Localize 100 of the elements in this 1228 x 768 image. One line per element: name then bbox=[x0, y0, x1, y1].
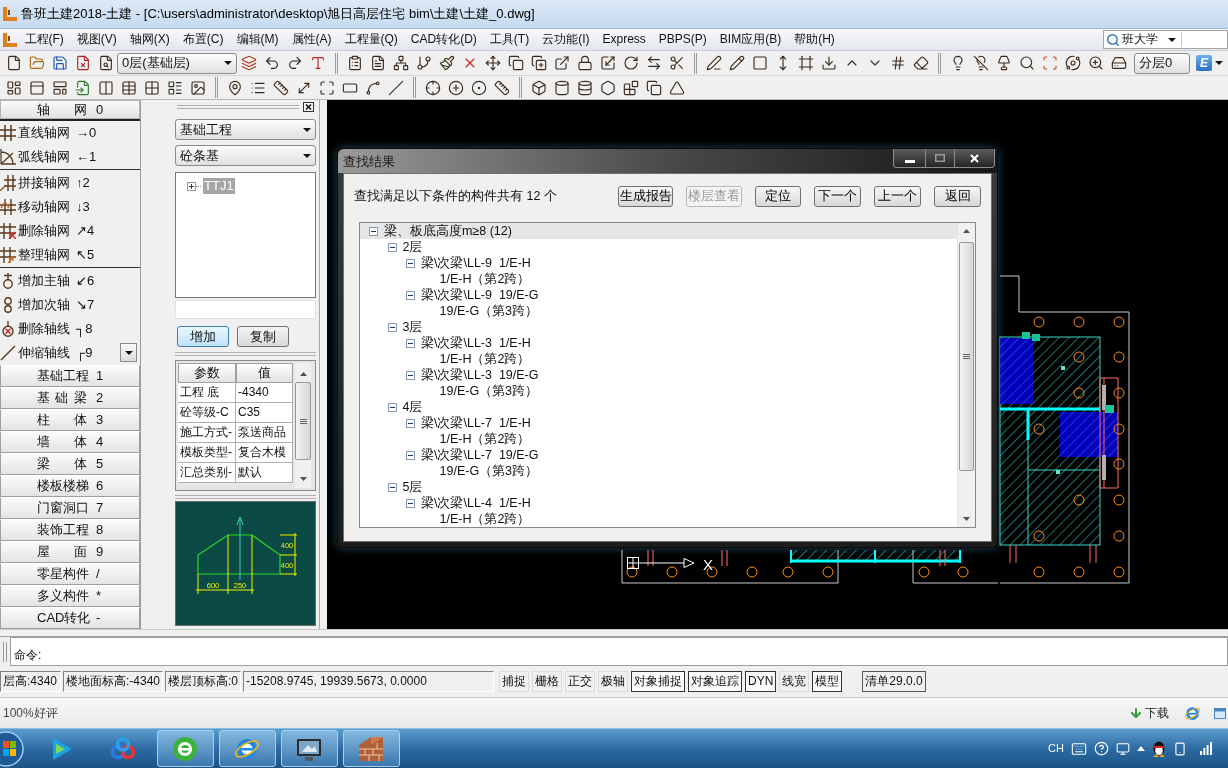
tree-item[interactable]: 梁\次梁\LL-3 1/E-H bbox=[397, 335, 957, 351]
cylinder-icon[interactable] bbox=[553, 79, 570, 96]
scroll-down-button[interactable] bbox=[120, 343, 137, 362]
dashboard-icon[interactable] bbox=[5, 79, 22, 96]
taskbar-button[interactable] bbox=[280, 730, 338, 767]
tree-item[interactable]: 梁\次梁\LL-9 19/E-G bbox=[397, 287, 957, 303]
file-input-icon[interactable] bbox=[74, 79, 91, 96]
globe-icon[interactable] bbox=[1184, 704, 1201, 722]
report-button[interactable]: 生成报告 bbox=[618, 186, 673, 207]
layers-icon[interactable] bbox=[240, 55, 257, 71]
circle-dot-icon[interactable] bbox=[470, 79, 487, 96]
pin-icon[interactable] bbox=[226, 79, 243, 96]
swap-icon[interactable] bbox=[645, 55, 662, 71]
grid-icon[interactable] bbox=[143, 79, 160, 96]
floor-select[interactable]: 0层(基础层) bbox=[117, 52, 237, 74]
status-toggle[interactable]: 捕捉 bbox=[499, 671, 529, 692]
tree-item[interactable]: 5层 bbox=[378, 479, 957, 495]
status-toggle[interactable]: 正交 bbox=[565, 671, 595, 692]
slash-icon[interactable] bbox=[387, 79, 404, 96]
menu-item[interactable]: 工程(F) bbox=[18, 32, 71, 47]
command-item[interactable]: 删除轴线 ┐8 bbox=[0, 317, 140, 341]
command-item[interactable]: 删除轴网 ↗4 bbox=[0, 219, 140, 243]
window-icon[interactable] bbox=[1214, 707, 1226, 719]
frame-icon[interactable] bbox=[797, 55, 814, 71]
category-button[interactable]: 柱 体 3 bbox=[0, 409, 140, 431]
columns-icon[interactable] bbox=[97, 79, 114, 96]
lock-icon[interactable] bbox=[576, 55, 593, 71]
close-icon[interactable] bbox=[303, 102, 314, 112]
scroll-thumb[interactable] bbox=[959, 242, 974, 471]
back-button[interactable]: 返回 bbox=[934, 186, 981, 207]
phone-icon[interactable] bbox=[1173, 741, 1187, 756]
file-icon[interactable] bbox=[5, 55, 22, 71]
ruler-icon[interactable] bbox=[272, 79, 289, 96]
spline-icon[interactable] bbox=[364, 79, 381, 96]
table-icon[interactable] bbox=[120, 79, 137, 96]
tree-item[interactable]: 梁\次梁\LL-7 19/E-G bbox=[397, 447, 957, 463]
scrollbar[interactable] bbox=[295, 363, 311, 488]
status-toggle[interactable]: 对象捕捉 bbox=[631, 671, 685, 692]
menu-item[interactable]: 属性(A) bbox=[285, 32, 338, 47]
input-field[interactable] bbox=[175, 300, 316, 319]
maximize-icon[interactable] bbox=[318, 79, 335, 96]
triangle-icon[interactable] bbox=[668, 79, 685, 96]
folder-icon[interactable] bbox=[28, 55, 45, 71]
search-field[interactable]: 班大学 bbox=[1103, 30, 1228, 49]
command-item[interactable]: 移动轴网 ↓3 bbox=[0, 195, 140, 219]
copy-icon[interactable] bbox=[507, 55, 524, 71]
category-button[interactable]: 基础工程 1 bbox=[0, 365, 140, 387]
external-link-icon[interactable] bbox=[553, 55, 570, 71]
minimize-button[interactable] bbox=[893, 149, 926, 168]
tree-item[interactable]: 梁\次梁\LL-7 1/E-H bbox=[397, 415, 957, 431]
drawing-canvas[interactable] bbox=[327, 100, 1228, 629]
lamp-icon[interactable] bbox=[995, 55, 1012, 71]
scroll-thumb[interactable] bbox=[295, 382, 311, 460]
collapse-icon[interactable] bbox=[406, 258, 415, 268]
tree-item[interactable]: 19/E-G（第3跨） bbox=[415, 463, 957, 479]
category-button[interactable]: CAD转化 - bbox=[0, 607, 140, 629]
collapse-icon[interactable] bbox=[406, 338, 415, 348]
type-select[interactable]: 基础工程 bbox=[175, 119, 316, 140]
branch-icon[interactable] bbox=[415, 55, 432, 71]
tree-item[interactable]: 3层 bbox=[378, 319, 957, 335]
panel-header-button[interactable]: 轴 网 0 bbox=[0, 100, 140, 119]
add-button[interactable]: 增加 bbox=[177, 326, 229, 347]
maximize-button[interactable] bbox=[926, 149, 955, 168]
blocks-icon[interactable] bbox=[622, 79, 639, 96]
image-icon[interactable] bbox=[189, 79, 206, 96]
menu-item[interactable]: 云功能(I) bbox=[535, 32, 596, 47]
collapse-icon[interactable] bbox=[369, 226, 378, 236]
category-button[interactable]: 梁 体 5 bbox=[0, 453, 140, 475]
menu-item[interactable]: CAD转化(D) bbox=[404, 32, 484, 47]
collapse-icon[interactable] bbox=[406, 290, 415, 300]
category-button[interactable]: 门窗洞口 7 bbox=[0, 497, 140, 519]
menu-item[interactable]: 视图(V) bbox=[70, 32, 124, 47]
rings-icon[interactable] bbox=[110, 735, 136, 762]
command-item[interactable]: 伸缩轴线 ┌9 bbox=[0, 341, 140, 365]
menu-item[interactable]: BIM应用(B) bbox=[713, 32, 788, 47]
command-item[interactable]: 直线轴网 →0 bbox=[0, 121, 140, 145]
copy-icon[interactable] bbox=[645, 79, 662, 96]
next-button[interactable]: 下一个 bbox=[814, 186, 861, 207]
menu-item[interactable]: 编辑(M) bbox=[230, 32, 285, 47]
subtype-select[interactable]: 砼条基 bbox=[175, 145, 316, 166]
pencil-icon[interactable] bbox=[728, 55, 745, 71]
download-icon[interactable] bbox=[820, 55, 837, 71]
move-icon[interactable] bbox=[484, 55, 501, 71]
lightbulb-off-icon[interactable] bbox=[972, 55, 989, 71]
crosshair-icon[interactable] bbox=[424, 79, 441, 96]
brush-icon[interactable] bbox=[438, 55, 455, 71]
menu-item[interactable]: 工具(T) bbox=[483, 32, 536, 47]
caret-up-icon[interactable] bbox=[1137, 746, 1145, 751]
scrollbar[interactable] bbox=[957, 223, 975, 527]
tree-item[interactable]: 19/E-G（第3跨） bbox=[415, 383, 957, 399]
menu-item[interactable]: 布置(C) bbox=[176, 32, 230, 47]
language-indicator[interactable]: CH bbox=[1048, 741, 1064, 756]
square-icon[interactable] bbox=[751, 55, 768, 71]
scale-icon[interactable] bbox=[599, 55, 616, 71]
penguin-icon[interactable] bbox=[1152, 740, 1166, 757]
collapse-icon[interactable] bbox=[406, 450, 415, 460]
scroll-down-icon[interactable] bbox=[299, 477, 307, 481]
category-button[interactable]: 多义构件 * bbox=[0, 585, 140, 607]
tree-item[interactable]: 2层 bbox=[378, 239, 957, 255]
category-button[interactable]: 基 础 梁 2 bbox=[0, 387, 140, 409]
